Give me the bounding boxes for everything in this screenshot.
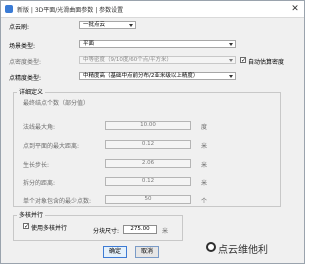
param-unit-0: 度	[201, 124, 208, 131]
multicore-label: 使用多核并行	[31, 225, 68, 232]
block-size-unit: 米	[162, 228, 169, 235]
point-feature-label: 点精度类型:	[9, 75, 42, 82]
title-bar: 新版 | 3D平面/光滑曲面参数 | 参数设置 ✕	[1, 1, 304, 18]
param-label-2: 生长步长:	[23, 162, 50, 169]
chevron-down-icon	[229, 75, 233, 78]
app-icon	[5, 5, 13, 13]
point-density-select[interactable]: 中等密度（9/10度/60个点/平方米）	[79, 56, 236, 64]
param-label-3: 拆分的距离:	[23, 180, 56, 187]
watermark-text: 点云维他利	[218, 245, 268, 256]
parallel-group-title: 多核并行	[17, 210, 46, 219]
point-feature-select[interactable]: 中精度高（基础中点前分布/2亚米级以上精度）	[79, 72, 236, 80]
param-input-1[interactable]: 0.12	[105, 140, 191, 149]
param-input-0[interactable]: 10.00	[105, 121, 191, 130]
scene-type-value: 平面	[83, 41, 95, 47]
point-density-value: 中等密度（9/10度/60个点/平方米）	[83, 57, 173, 63]
param-input-3[interactable]: 0.12	[105, 177, 191, 186]
scene-type-select[interactable]: 平面	[79, 40, 236, 48]
param-unit-1: 米	[201, 143, 208, 150]
point-cloud-value: 一批点云	[83, 22, 106, 28]
param-label-1: 点到平面的最大距离:	[23, 143, 80, 150]
point-cloud-select[interactable]: 一批点云	[79, 21, 136, 29]
param-input-4[interactable]: 50	[105, 195, 191, 204]
dialog-window: 新版 | 3D平面/光滑曲面参数 | 参数设置 ✕ 点云刷: 一批点云 场景类型…	[0, 0, 305, 264]
cancel-button[interactable]: 取消	[135, 246, 159, 258]
params-desc: 最终结点个数（部分值）	[23, 100, 90, 107]
chevron-down-icon	[229, 59, 233, 62]
point-cloud-label: 点云刷:	[9, 24, 30, 31]
params-group-title: 详细定义	[17, 87, 46, 96]
scene-type-label: 场景类型:	[9, 43, 36, 50]
wechat-icon	[206, 242, 216, 252]
window-title: 新版 | 3D平面/光滑曲面参数 | 参数设置	[17, 7, 124, 14]
multicore-checkbox[interactable]: ✓	[23, 223, 29, 230]
block-size-input[interactable]: 275.00	[123, 225, 157, 234]
auto-density-checkbox[interactable]: ✓	[240, 57, 246, 64]
point-density-label: 点密度类型:	[9, 59, 42, 66]
auto-density-label: 自动估算密度	[248, 59, 285, 66]
param-unit-2: 米	[201, 162, 208, 169]
param-label-0: 法线最大角:	[23, 124, 56, 131]
ok-button[interactable]: 确定	[103, 246, 127, 258]
param-input-2[interactable]: 2.06	[105, 159, 191, 168]
param-unit-3: 米	[201, 180, 208, 187]
chevron-down-icon	[229, 43, 233, 46]
param-unit-4: 个	[201, 198, 208, 205]
close-icon[interactable]: ✕	[290, 4, 300, 14]
param-label-4: 单个对象包含的最少点数:	[23, 198, 92, 205]
point-feature-value: 中精度高（基础中点前分布/2亚米级以上精度）	[83, 73, 199, 79]
chevron-down-icon	[129, 24, 133, 27]
block-size-label: 分块尺寸:	[93, 228, 120, 235]
